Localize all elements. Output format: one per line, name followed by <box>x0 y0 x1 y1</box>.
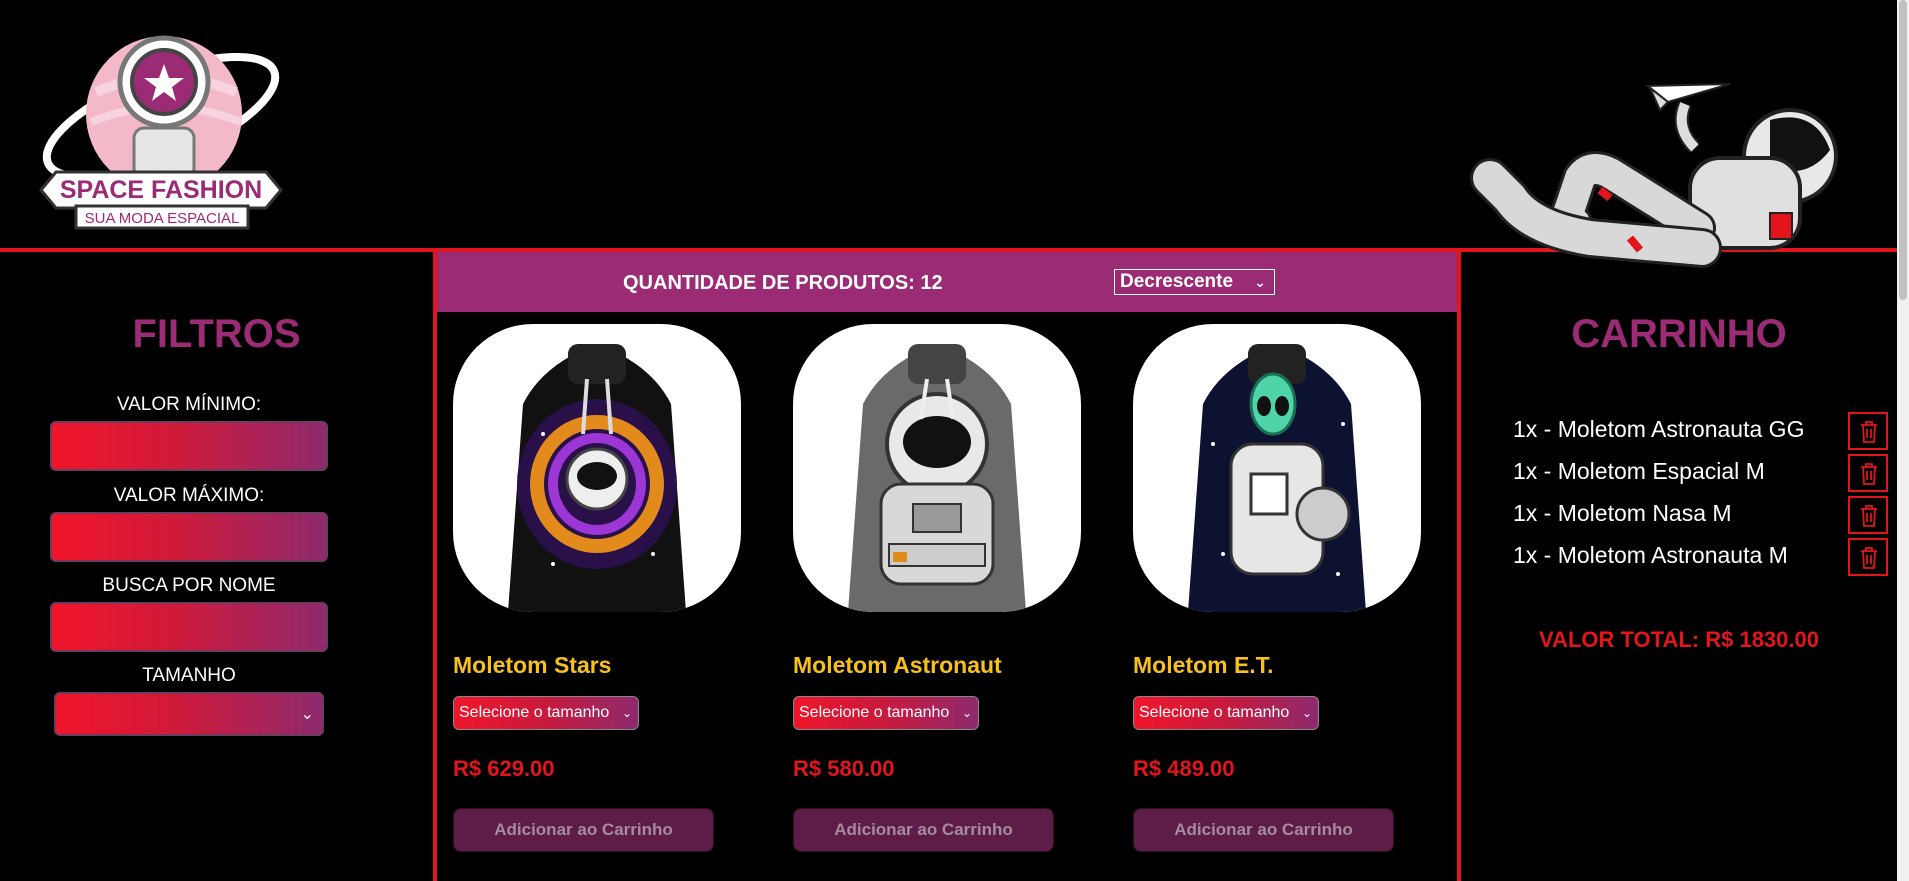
size-select-placeholder: Selecione o tamanho <box>459 704 610 721</box>
add-to-cart-button[interactable]: Adicionar ao Carrinho <box>453 808 714 852</box>
cart-item: 1x - Moletom Espacial M <box>1513 458 1765 484</box>
chevron-down-icon: ⌄ <box>1301 706 1312 720</box>
product-price: R$ 580.00 <box>793 756 895 781</box>
cart-item: 1x - Moletom Astronauta M <box>1513 542 1788 568</box>
product-name[interactable]: Moletom Astronaut <box>793 652 1002 679</box>
cart-total: VALOR TOTAL: R$ 1830.00 <box>1539 627 1819 652</box>
size-select-placeholder: Selecione o tamanho <box>799 704 950 721</box>
logo-tagline: SUA MODA ESPACIAL <box>85 210 240 227</box>
product-card: Moletom Stars Selecione o tamanho ⌄ R$ 6… <box>437 324 741 881</box>
size-filter-select[interactable]: ⌄ <box>54 692 324 736</box>
logo-title: SPACE FASHION <box>60 176 262 204</box>
size-filter-label: TAMANHO <box>142 665 236 686</box>
floating-astronaut-illustration <box>1470 83 1838 268</box>
product-card: Moletom Astronaut Selecione o tamanho ⌄ … <box>777 324 1081 881</box>
sort-order-value: Decrescente <box>1120 271 1234 292</box>
cart-title: CARRINHO <box>1571 312 1787 356</box>
products-toolbar: QUANTIDADE DE PRODUTOS: 12 Decrescente ⌄ <box>437 252 1457 312</box>
add-to-cart-button[interactable]: Adicionar ao Carrinho <box>1133 808 1394 852</box>
size-select-placeholder: Selecione o tamanho <box>1139 704 1290 721</box>
filters-title: FILTROS <box>132 312 301 356</box>
product-card: Moletom E.T. Selecione o tamanho ⌄ R$ 48… <box>1117 324 1421 881</box>
remove-item-button[interactable] <box>1848 538 1888 576</box>
product-name[interactable]: Moletom Stars <box>453 652 611 679</box>
page-scrollbar[interactable] <box>1897 0 1909 881</box>
remove-item-button[interactable] <box>1848 454 1888 492</box>
hoodie-et-image <box>1188 344 1366 612</box>
product-image[interactable] <box>1133 324 1421 612</box>
min-value-input[interactable] <box>50 421 328 471</box>
hoodie-astronaut-image <box>848 344 1026 612</box>
remove-item-button[interactable] <box>1848 412 1888 450</box>
chevron-down-icon: ⌄ <box>621 706 632 720</box>
product-name[interactable]: Moletom E.T. <box>1133 652 1274 679</box>
chevron-down-icon: ⌄ <box>1254 274 1266 290</box>
remove-item-button[interactable] <box>1848 496 1888 534</box>
trash-icon <box>1861 505 1877 527</box>
product-image[interactable] <box>453 324 741 612</box>
trash-icon <box>1861 421 1877 443</box>
cart-panel: CARRINHO 1x - Moletom Astronauta GG 1x -… <box>1461 252 1897 881</box>
max-value-input[interactable] <box>50 512 328 562</box>
filters-panel: FILTROS VALOR MÍNIMO: VALOR MÁXIMO: BUSC… <box>0 252 433 881</box>
chevron-down-icon: ⌄ <box>300 706 314 723</box>
product-price: R$ 629.00 <box>453 756 555 781</box>
product-size-select[interactable]: Selecione o tamanho ⌄ <box>793 696 979 730</box>
space-fashion-logo[interactable]: SPACE FASHION SUA MODA ESPACIAL <box>36 22 291 237</box>
product-image[interactable] <box>793 324 1081 612</box>
search-name-label: BUSCA POR NOME <box>102 575 276 596</box>
hoodie-stars-image <box>508 344 686 612</box>
scrollbar-thumb[interactable] <box>1899 0 1907 300</box>
product-price: R$ 489.00 <box>1133 756 1235 781</box>
product-count: QUANTIDADE DE PRODUTOS: 12 <box>623 272 943 294</box>
min-value-label: VALOR MÍNIMO: <box>116 394 262 415</box>
trash-icon <box>1861 463 1877 485</box>
add-to-cart-button[interactable]: Adicionar ao Carrinho <box>793 808 1054 852</box>
cart-item: 1x - Moletom Nasa M <box>1513 500 1732 526</box>
main-content: FILTROS VALOR MÍNIMO: VALOR MÁXIMO: BUSC… <box>0 248 1897 881</box>
chevron-down-icon: ⌄ <box>961 706 972 720</box>
sort-order-select[interactable]: Decrescente ⌄ <box>1114 269 1275 295</box>
products-panel: QUANTIDADE DE PRODUTOS: 12 Decrescente ⌄ <box>437 252 1457 881</box>
search-name-input[interactable] <box>50 602 328 652</box>
cart-item: 1x - Moletom Astronauta GG <box>1513 416 1805 442</box>
trash-icon <box>1861 547 1877 569</box>
max-value-label: VALOR MÁXIMO: <box>113 485 265 506</box>
product-size-select[interactable]: Selecione o tamanho ⌄ <box>453 696 639 730</box>
product-size-select[interactable]: Selecione o tamanho ⌄ <box>1133 696 1319 730</box>
